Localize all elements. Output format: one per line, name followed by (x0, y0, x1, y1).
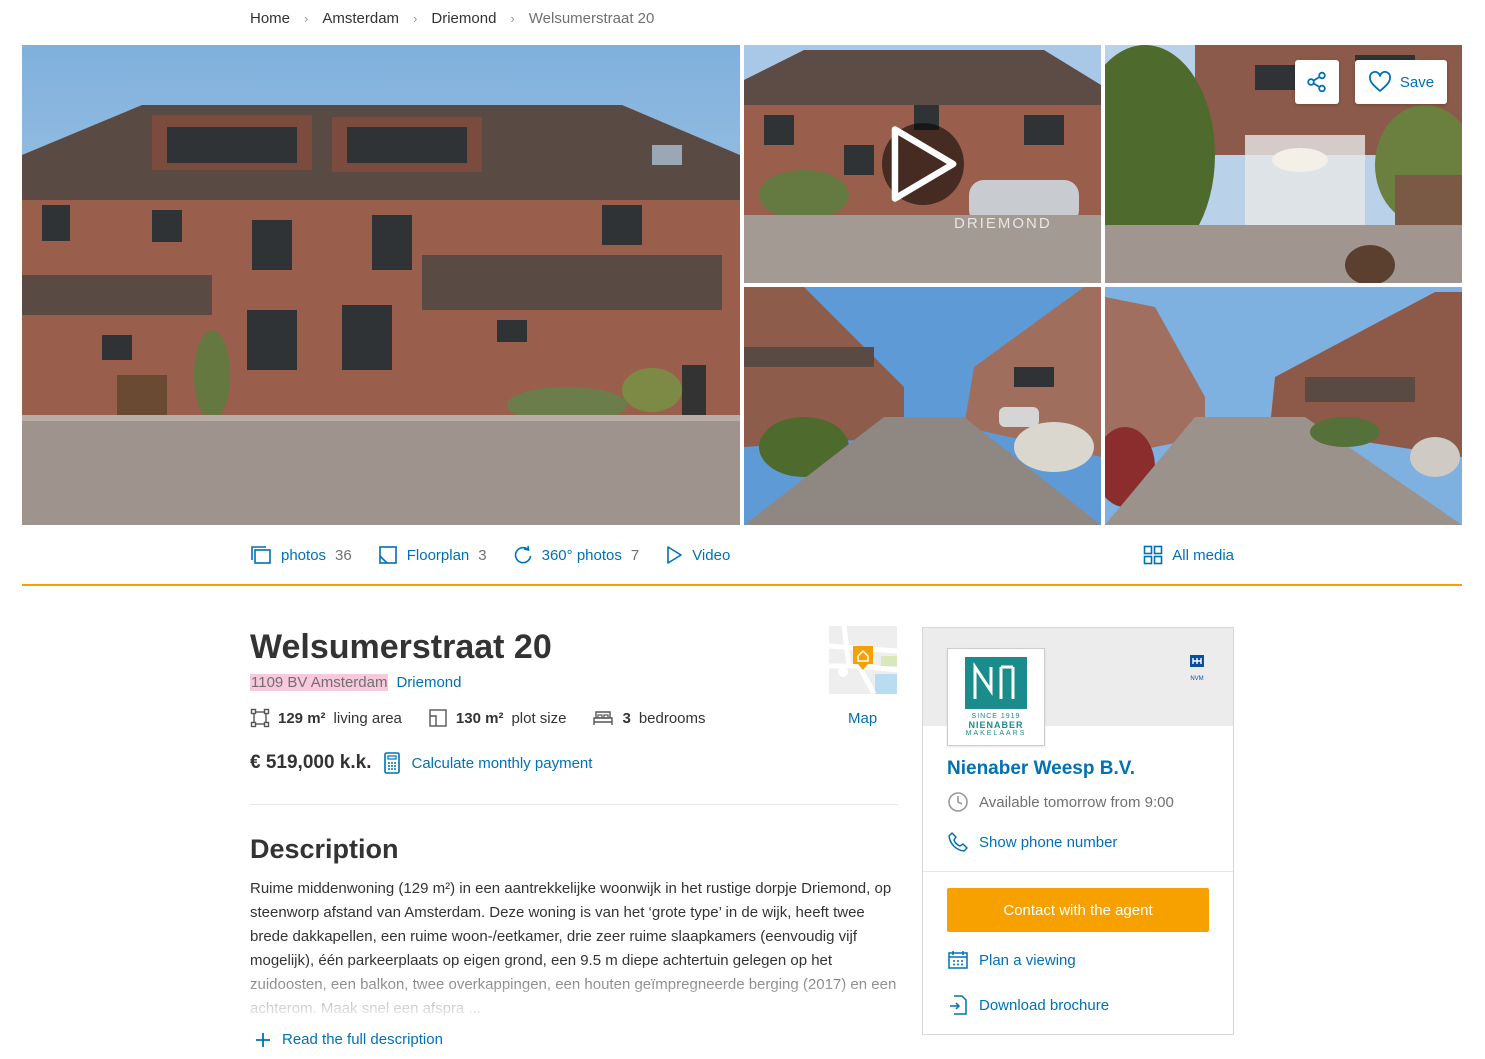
agent-availability: Available tomorrow from 9:00 (947, 791, 1174, 813)
price-row: € 519,000 k.k. Calculate monthly payment (250, 752, 592, 774)
map-link[interactable]: Map (848, 710, 877, 727)
calculate-payment-link[interactable]: Calculate monthly payment (383, 752, 593, 774)
photos360-count: 7 (630, 546, 640, 564)
photos-count: 36 (335, 546, 352, 564)
grid-icon (1143, 545, 1163, 565)
show-phone-label: Show phone number (979, 833, 1118, 851)
photos-link[interactable]: photos 36 (250, 545, 352, 565)
map-thumbnail[interactable] (828, 625, 898, 696)
asking-price: € 519,000 k.k. (250, 752, 372, 773)
floorplan-icon (378, 546, 397, 564)
key-features: 129 m² living area 130 m² plot size 3 be… (250, 708, 732, 728)
calculate-payment-label: Calculate monthly payment (411, 754, 593, 772)
read-more-link[interactable]: Read the full description (256, 1031, 443, 1048)
breadcrumb: Home › Amsterdam › Driemond › Welsumerst… (250, 10, 654, 27)
plan-viewing-label: Plan a viewing (979, 951, 1076, 969)
all-media-link[interactable]: All media (1143, 545, 1234, 565)
clock-icon (948, 792, 968, 812)
floorplan-label: Floorplan (406, 546, 470, 564)
bedrooms-value: 3 (622, 709, 631, 727)
video-link[interactable]: Video (665, 545, 730, 565)
living-area-value: 129 m² (278, 709, 326, 727)
chevron-right-icon: › (304, 11, 309, 26)
photos-label: photos (281, 546, 327, 564)
bed-icon (593, 711, 614, 725)
video-label: Video (692, 546, 731, 564)
save-label: Save (1399, 73, 1435, 91)
agent-card: SINCE 1919 NIENABER MAKELAARS NVM Nienab… (922, 627, 1234, 1035)
chevron-right-icon: › (413, 11, 418, 26)
gallery-photo[interactable] (1105, 287, 1462, 525)
bedrooms-feature: 3 bedrooms (592, 708, 706, 728)
page-title: Welsumerstraat 20 (250, 628, 552, 666)
plus-icon (256, 1032, 270, 1047)
photos-icon (251, 546, 271, 564)
plot-size-label: plot size (511, 709, 567, 727)
read-more-label: Read the full description (282, 1031, 443, 1048)
show-phone-link[interactable]: Show phone number (947, 831, 1117, 853)
contact-agent-button[interactable]: Contact with the agent (947, 888, 1209, 932)
share-button[interactable] (1295, 60, 1339, 104)
floorplan-count: 3 (478, 546, 487, 564)
nvm-badge: NVM (1189, 654, 1205, 682)
chevron-right-icon: › (510, 11, 515, 26)
phone-icon (948, 832, 968, 852)
description-fade (250, 966, 902, 1020)
breadcrumb-city[interactable]: Amsterdam (322, 10, 399, 27)
main-photo[interactable] (22, 45, 740, 525)
logo-name: NIENABER (968, 720, 1024, 730)
breadcrumb-neighborhood[interactable]: Driemond (431, 10, 496, 27)
watermark: DRIEMOND (954, 215, 1052, 232)
bedrooms-label: bedrooms (638, 709, 706, 727)
plot-size-feature: 130 m² plot size (428, 708, 567, 728)
plot-icon (429, 709, 447, 727)
download-brochure-label: Download brochure (979, 996, 1110, 1014)
photos360-link[interactable]: 360° photos 7 (513, 545, 640, 565)
living-area-label: living area (333, 709, 402, 727)
video-thumbnail[interactable]: DRIEMOND (744, 45, 1101, 283)
divider (250, 804, 898, 805)
floorplan-link[interactable]: Floorplan 3 (378, 545, 487, 565)
gallery-photo[interactable] (744, 287, 1101, 525)
download-brochure-link[interactable]: Download brochure (947, 994, 1109, 1016)
share-icon (1307, 71, 1326, 93)
postal-address: 1109 BV Amsterdam (250, 674, 389, 691)
divider (923, 871, 1233, 872)
save-button[interactable]: Save (1355, 60, 1447, 104)
rotate-360-icon (514, 545, 531, 564)
photo-gallery: DRIEMOND Save (22, 45, 1462, 525)
agent-name[interactable]: Nienaber Weesp B.V. (947, 758, 1135, 780)
play-icon[interactable] (882, 123, 964, 205)
agent-logo[interactable]: SINCE 1919 NIENABER MAKELAARS (947, 648, 1045, 746)
all-media-label: All media (1172, 546, 1234, 564)
logo-sub: MAKELAARS (965, 730, 1027, 737)
media-bar: photos 36 Floorplan 3 360° photos 7 Vide… (250, 540, 1234, 570)
photos360-label: 360° photos (541, 546, 622, 564)
address-line: 1109 BV Amsterdam Driemond (250, 674, 462, 691)
calendar-icon (948, 951, 968, 969)
logo-since: SINCE 1919 (971, 713, 1021, 720)
availability-text: Available tomorrow from 9:00 (979, 793, 1174, 811)
breadcrumb-current: Welsumerstraat 20 (528, 10, 655, 27)
description-title: Description (250, 834, 399, 864)
nvm-label: NVM (1190, 676, 1204, 682)
breadcrumb-home[interactable]: Home (250, 10, 290, 27)
living-area-feature: 129 m² living area (250, 708, 402, 728)
neighborhood-link[interactable]: Driemond (396, 674, 461, 691)
play-icon (667, 546, 683, 564)
divider (22, 584, 1462, 586)
heart-icon (1368, 71, 1391, 92)
plan-viewing-link[interactable]: Plan a viewing (947, 950, 1076, 970)
plot-size-value: 130 m² (455, 709, 504, 727)
calculator-icon (383, 752, 400, 774)
area-icon (250, 708, 270, 728)
download-icon (950, 995, 967, 1015)
